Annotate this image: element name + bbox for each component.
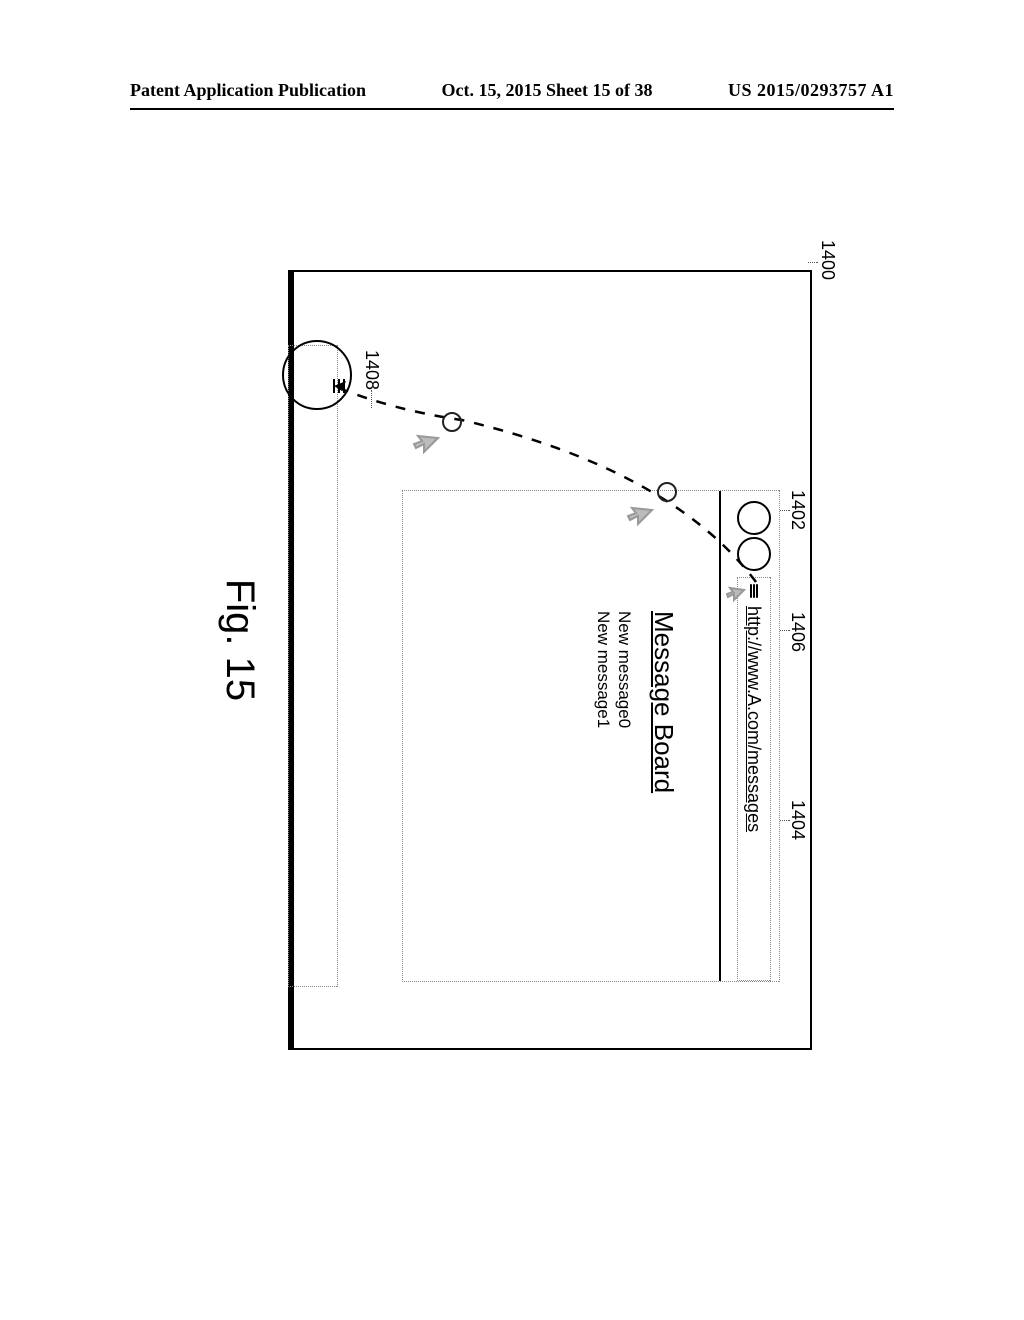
header-left: Patent Application Publication	[130, 80, 366, 101]
header-center: Oct. 15, 2015 Sheet 15 of 38	[442, 80, 653, 101]
figure-caption: Fig. 15	[217, 210, 262, 1070]
page-header: Patent Application Publication Oct. 15, …	[130, 80, 894, 101]
header-rule	[130, 108, 894, 110]
page: Patent Application Publication Oct. 15, …	[0, 0, 1024, 1320]
drag-path	[192, 210, 832, 1070]
header-right: US 2015/0293757 A1	[728, 80, 894, 101]
figure-canvas: 1400 1402 1406 1404 1408 http://www.A.co…	[192, 210, 832, 1070]
